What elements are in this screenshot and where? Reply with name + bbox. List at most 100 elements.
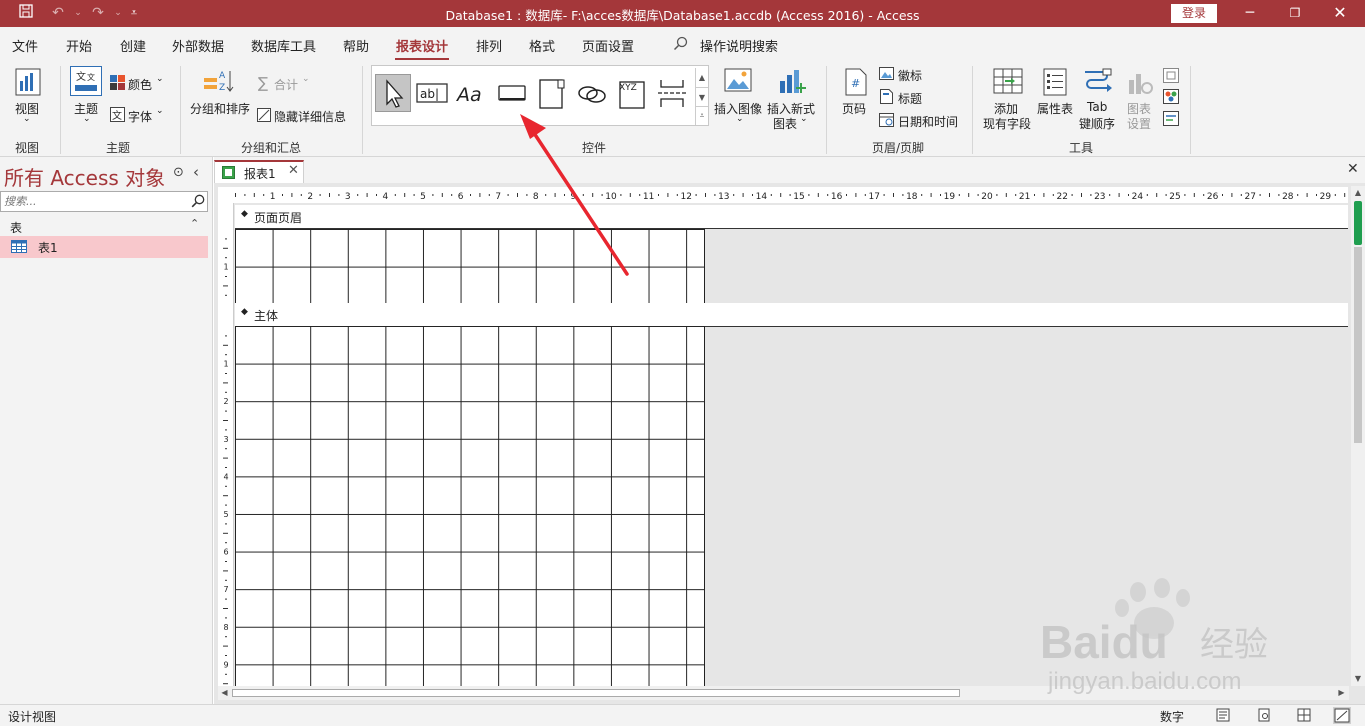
ruler-tick: [940, 194, 941, 196]
chevron-up-icon[interactable]: ⌃: [190, 217, 199, 230]
svg-text:文: 文: [112, 109, 122, 122]
ruler-tick: [253, 193, 255, 197]
nav-pane-title[interactable]: 所有 Access 对象: [4, 162, 165, 191]
group-sort-icon: AZ: [203, 68, 235, 97]
property-sheet-label: 属性表: [1037, 102, 1074, 116]
nav-search-input[interactable]: [4, 194, 184, 209]
ruler-tick: [1005, 193, 1007, 197]
detail-grid[interactable]: [235, 326, 705, 686]
vertical-ruler[interactable]: 1 1 2 3 4 5 6 7 8 9: [218, 203, 234, 686]
tab-create[interactable]: 创建: [120, 36, 146, 55]
scroll-up-icon[interactable]: ▲: [1351, 186, 1365, 199]
nav-item-table1[interactable]: 表1: [0, 236, 208, 258]
chevron-down-icon: ⌄: [800, 114, 808, 124]
close-tab-icon[interactable]: ✕: [288, 163, 299, 178]
ruler-tick: [695, 194, 697, 196]
section-bar-detail[interactable]: ◆ 主体: [235, 303, 1348, 327]
vertical-scroll-thumb[interactable]: [1354, 201, 1362, 245]
ruler-tick: [780, 193, 782, 197]
vruler-tick: [225, 485, 227, 487]
ruler-tick: [1240, 194, 1242, 196]
horizontal-scroll-thumb[interactable]: [232, 689, 960, 697]
ruler-tick: [1297, 194, 1299, 196]
chevron-down-icon: ⌄: [83, 114, 91, 124]
ruler-tick: [1128, 194, 1129, 196]
tab-external-data[interactable]: 外部数据: [172, 36, 224, 55]
minimize-icon[interactable]: ─: [1235, 3, 1265, 23]
close-document-icon[interactable]: ✕: [1347, 161, 1359, 177]
fonts-label: 字体: [128, 110, 153, 124]
vruler-tick: [225, 335, 227, 337]
login-button[interactable]: 登录: [1171, 4, 1217, 23]
chevron-up-icon[interactable]: ▲: [696, 68, 708, 87]
vruler-tick: [225, 238, 227, 240]
section-arrow-icon: ◆: [241, 307, 248, 317]
section-bar-page-header[interactable]: ◆ 页面页眉: [235, 205, 1348, 229]
vertical-scrollbar[interactable]: ▲ ▼: [1351, 186, 1365, 686]
vertical-scroll-track[interactable]: [1354, 247, 1362, 443]
ruler-tick: [1034, 194, 1035, 196]
svg-text:#: #: [851, 77, 860, 90]
tab-help[interactable]: 帮助: [343, 36, 369, 55]
ruler-tick: [263, 194, 265, 196]
tell-me-search[interactable]: 操作说明搜索: [700, 36, 778, 55]
code-icon[interactable]: [1163, 89, 1179, 107]
search-icon[interactable]: [191, 194, 205, 211]
chevron-down-icon: ⌄: [156, 106, 164, 116]
ruler-tick: [357, 194, 359, 196]
ruler-label: 2: [307, 192, 313, 202]
hyperlink-control[interactable]: [574, 74, 610, 112]
scroll-down-icon[interactable]: ▼: [1351, 672, 1365, 685]
ribbon: 视图 ⌄ 视图 文文 主题 ⌄ 颜色 ⌄ 文 字体 ⌄ 主题 AZ 分组和排序 …: [0, 60, 1365, 157]
combo-box-control[interactable]: XYZ: [614, 74, 650, 112]
vruler-label: 2: [223, 397, 228, 406]
chevron-down-icon[interactable]: ▼: [696, 87, 708, 106]
tab-page-setup[interactable]: 页面设置: [582, 36, 634, 55]
report-view-icon[interactable]: [1216, 708, 1230, 725]
ruler-tick: [676, 194, 678, 196]
horizontal-ruler[interactable]: 1 2 3 4 5 6 7 8 9 10 11 12 13 14 15 16 17 18 19 20 21 22 23 24 2…: [218, 187, 1348, 203]
vruler-tick: [223, 570, 228, 572]
restore-icon[interactable]: ❐: [1280, 3, 1310, 23]
page-break-control[interactable]: [654, 74, 690, 112]
ruler-tick: [1269, 193, 1270, 197]
tab-arrange[interactable]: 排列: [476, 36, 502, 55]
ruler-tick: [958, 194, 960, 196]
tab-database-tools[interactable]: 数据库工具: [251, 36, 316, 55]
select-pointer-control[interactable]: [375, 74, 411, 112]
nav-search-box[interactable]: [0, 191, 208, 212]
themes-icon: 文文: [70, 66, 102, 99]
ruler-tick: [329, 193, 330, 197]
design-view-icon[interactable]: [1333, 707, 1351, 724]
gallery-more-icon[interactable]: ⩡: [696, 106, 708, 123]
print-preview-icon[interactable]: [1257, 708, 1271, 725]
textbox-control[interactable]: ab|: [414, 74, 450, 112]
scroll-left-icon[interactable]: ◀: [218, 686, 231, 700]
gallery-scrollbar[interactable]: ▲ ▼ ⩡: [695, 68, 708, 125]
ruler-tick: [394, 194, 396, 196]
ruler-tick: [244, 194, 246, 196]
tab-control[interactable]: [534, 74, 570, 112]
label-control[interactable]: Aa: [454, 74, 490, 112]
ruler-tick: [658, 194, 659, 196]
collapse-pane-icon[interactable]: ‹: [193, 163, 199, 181]
document-tab-report1[interactable]: 报表1 ✕: [214, 160, 304, 183]
scroll-right-icon[interactable]: ▶: [1335, 686, 1348, 700]
nav-category-tables[interactable]: 表: [10, 219, 22, 236]
button-control[interactable]: [494, 74, 530, 112]
tab-file[interactable]: 文件: [12, 36, 38, 55]
close-window-icon[interactable]: ✕: [1325, 3, 1355, 23]
tab-home[interactable]: 开始: [66, 36, 92, 55]
tab-format[interactable]: 格式: [529, 36, 555, 55]
subform-icon[interactable]: [1163, 68, 1179, 86]
ruler-tick: [1071, 194, 1073, 196]
layout-view-icon[interactable]: [1297, 708, 1311, 725]
ruler-tick: [883, 194, 885, 196]
convert-macros-icon[interactable]: [1163, 111, 1179, 129]
ruler-tick: [714, 194, 716, 196]
ruler-label: 4: [383, 192, 389, 202]
ruler-label: 18: [906, 192, 918, 202]
ruler-tick: [488, 194, 490, 196]
nav-dropdown-icon[interactable]: ⊙: [173, 165, 184, 180]
tab-report-design[interactable]: 报表设计: [396, 36, 448, 55]
